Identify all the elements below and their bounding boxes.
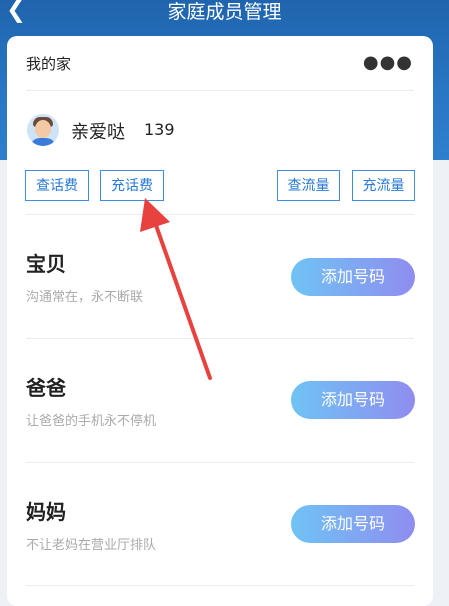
annotation-arrow-icon [140, 198, 212, 380]
